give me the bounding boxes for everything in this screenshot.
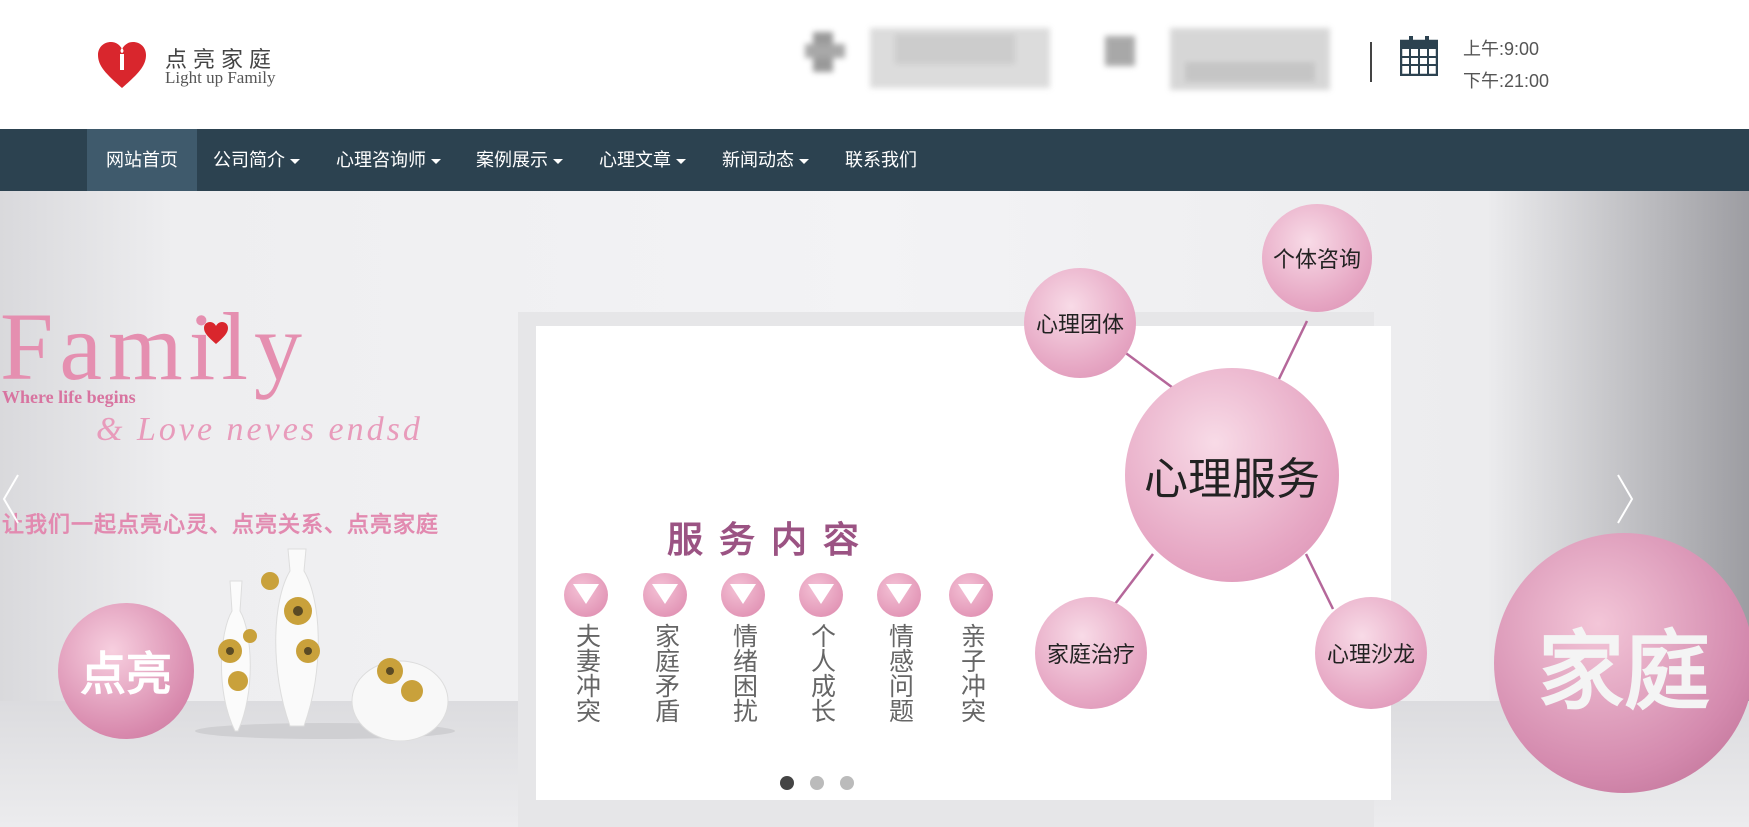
- service-item: 夫妻冲突: [564, 573, 608, 723]
- heart-logo-icon: [98, 42, 146, 88]
- nav-item-home[interactable]: 网站首页: [87, 129, 197, 191]
- service-item: 个人成长: [799, 573, 843, 723]
- love-never-ends: & Love neves endsd: [96, 411, 423, 448]
- mindmap-node: 心理团体: [1024, 268, 1136, 378]
- pink-ball-right-text: 家庭: [1538, 623, 1710, 720]
- mindmap-node-label: 心理团体: [1035, 312, 1124, 337]
- mindmap-node: 心理沙龙: [1315, 597, 1427, 709]
- mindmap-center: 心理服务: [1125, 368, 1339, 582]
- mindmap-center-label: 心理服务: [1144, 455, 1320, 504]
- mindmap-node-label: 心理沙龙: [1326, 642, 1415, 667]
- nav-item-contact[interactable]: 联系我们: [826, 129, 936, 191]
- chevron-down-icon: [676, 158, 686, 164]
- nav-item-about[interactable]: 公司简介: [194, 129, 319, 191]
- service-label: 个人成长: [807, 623, 836, 723]
- site-header: 点亮家庭 Light up Family 上午:9:00 下午:21:00: [0, 0, 1749, 129]
- logo-english-name: Light up Family: [165, 68, 276, 87]
- mindmap-node-label: 家庭治疗: [1046, 642, 1135, 667]
- calendar-icon: [1400, 36, 1438, 76]
- service-label: 情感问题: [885, 623, 914, 723]
- where-life-begins: Where life begins: [2, 387, 136, 407]
- header-divider: [1370, 42, 1372, 82]
- redacted-contact-graphic: [805, 28, 1330, 90]
- nav-item-news[interactable]: 新闻动态: [703, 129, 828, 191]
- pink-ball-left-text: 点亮: [80, 648, 172, 700]
- service-label: 亲子冲突: [957, 623, 986, 723]
- site-logo[interactable]: 点亮家庭 Light up Family: [96, 40, 296, 95]
- pink-ball-left: 点亮: [58, 603, 194, 739]
- service-label: 夫妻冲突: [572, 623, 601, 723]
- down-arrow-icon: [643, 573, 687, 617]
- chevron-down-icon: [553, 158, 563, 164]
- nav-item-cases[interactable]: 案例展示: [457, 129, 582, 191]
- nav-item-counselors[interactable]: 心理咨询师: [317, 129, 460, 191]
- hours-close: 下午:21:00: [1463, 71, 1550, 91]
- down-arrow-icon: [949, 573, 993, 617]
- pink-ball-right: 家庭: [1494, 533, 1749, 793]
- hours-open: 上午:9:00: [1463, 39, 1540, 59]
- mindmap-node: 家庭治疗: [1035, 597, 1147, 709]
- chevron-down-icon: [799, 158, 809, 164]
- service-label: 情绪困扰: [729, 623, 758, 723]
- mindmap-node: 个体咨询: [1262, 204, 1372, 312]
- hero-carousel: Family Where life begins & Love neves en…: [0, 191, 1749, 827]
- service-item: 家庭矛盾: [643, 573, 687, 723]
- mindmap-node-label: 个体咨询: [1272, 247, 1361, 272]
- service-item: 亲子冲突: [949, 573, 993, 723]
- redacted-contact: [805, 28, 1345, 93]
- business-hours: 上午:9:00 下午:21:00: [1463, 33, 1549, 97]
- chevron-down-icon: [431, 158, 441, 164]
- small-heart-icon: [204, 322, 228, 344]
- service-item: 情绪困扰: [721, 573, 765, 723]
- carousel-dot-2[interactable]: [810, 776, 824, 790]
- down-arrow-icon: [799, 573, 843, 617]
- service-item: 情感问题: [877, 573, 921, 723]
- service-label: 家庭矛盾: [651, 623, 680, 723]
- carousel-dot-1[interactable]: [780, 776, 794, 790]
- vases-illustration: [195, 548, 455, 741]
- down-arrow-icon: [721, 573, 765, 617]
- service-title: 服务内容: [667, 519, 876, 560]
- nav-item-articles[interactable]: 心理文章: [580, 129, 705, 191]
- chevron-down-icon: [290, 158, 300, 164]
- carousel-next-arrow-icon[interactable]: [1612, 469, 1642, 529]
- banner-slogan: 让我们一起点亮心灵、点亮关系、点亮家庭: [2, 512, 440, 537]
- carousel-prev-arrow-icon[interactable]: [0, 469, 30, 529]
- carousel-dot-3[interactable]: [840, 776, 854, 790]
- down-arrow-icon: [877, 573, 921, 617]
- family-artwork: Family Where life begins & Love neves en…: [0, 291, 520, 491]
- main-nav: 网站首页 公司简介 心理咨询师 案例展示 心理文章 新闻动态 联系我们: [0, 129, 1749, 191]
- family-word: Family: [0, 293, 309, 400]
- down-arrow-icon: [564, 573, 608, 617]
